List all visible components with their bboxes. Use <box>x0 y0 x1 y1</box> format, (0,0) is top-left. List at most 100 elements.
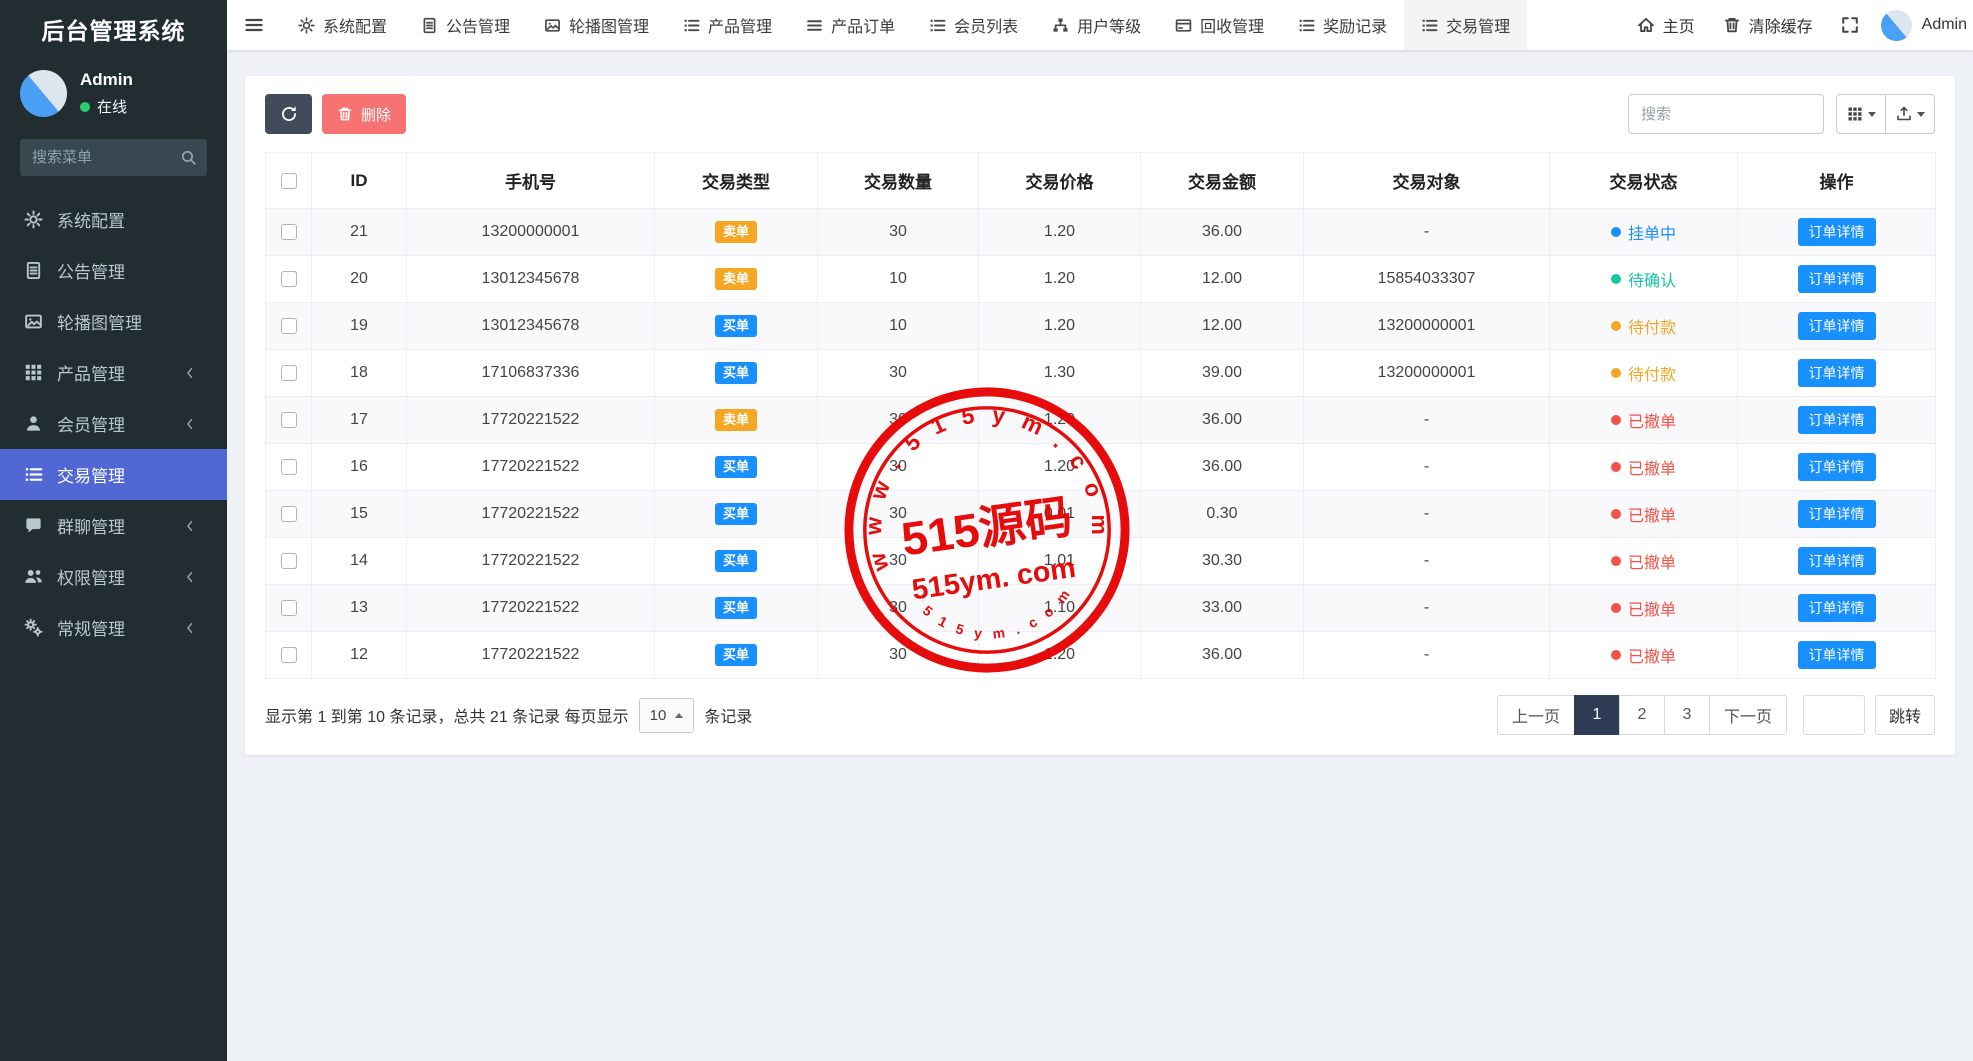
cell-target: - <box>1304 209 1550 256</box>
cell-phone: 17720221522 <box>407 491 655 538</box>
tab-3[interactable]: 产品管理 <box>666 0 789 50</box>
tab-label: 产品管理 <box>708 13 772 37</box>
order-detail-button[interactable]: 订单详情 <box>1798 594 1876 622</box>
home-label: 主页 <box>1663 13 1695 37</box>
tab-5[interactable]: 会员列表 <box>912 0 1035 50</box>
trade-type-badge: 卖单 <box>715 268 757 290</box>
next-page-button[interactable]: 下一页 <box>1709 695 1787 735</box>
order-detail-button[interactable]: 订单详情 <box>1798 218 1876 246</box>
order-detail-button[interactable]: 订单详情 <box>1798 312 1876 340</box>
table-search-input[interactable] <box>1628 94 1824 134</box>
status-dot-icon <box>1611 321 1621 331</box>
trade-type-badge: 买单 <box>715 550 757 572</box>
order-detail-button[interactable]: 订单详情 <box>1798 453 1876 481</box>
tab-2[interactable]: 轮播图管理 <box>527 0 666 50</box>
user-icon <box>24 414 43 433</box>
status-dot-icon <box>1611 274 1621 284</box>
home-link[interactable]: 主页 <box>1623 0 1709 50</box>
cell-price: 1.20 <box>979 444 1141 491</box>
page-jump-input[interactable] <box>1803 695 1865 735</box>
trade-type-badge: 卖单 <box>715 221 757 243</box>
sidebar-item-1[interactable]: 公告管理 <box>0 245 227 296</box>
cell-qty: 30 <box>818 444 979 491</box>
row-checkbox[interactable] <box>281 224 297 240</box>
tab-1[interactable]: 公告管理 <box>404 0 527 50</box>
tab-7[interactable]: 回收管理 <box>1158 0 1281 50</box>
cell-price: 0.01 <box>979 491 1141 538</box>
tab-6[interactable]: 用户等级 <box>1035 0 1158 50</box>
fullscreen-button[interactable] <box>1827 0 1873 50</box>
row-checkbox[interactable] <box>281 459 297 475</box>
navbar-avatar[interactable] <box>1881 10 1912 41</box>
page-button-1[interactable]: 1 <box>1574 695 1620 735</box>
tab-9[interactable]: 交易管理 <box>1404 0 1527 50</box>
sidebar-item-8[interactable]: 常规管理 <box>0 602 227 653</box>
row-checkbox[interactable] <box>281 365 297 381</box>
columns-toggle-button[interactable] <box>1836 94 1886 134</box>
row-checkbox[interactable] <box>281 553 297 569</box>
order-detail-button[interactable]: 订单详情 <box>1798 547 1876 575</box>
navbar-username: Admin <box>1922 16 1967 34</box>
order-detail-button[interactable]: 订单详情 <box>1798 500 1876 528</box>
row-checkbox[interactable] <box>281 600 297 616</box>
cell-target: - <box>1304 444 1550 491</box>
sidebar-item-5[interactable]: 交易管理 <box>0 449 227 500</box>
table-row: 2013012345678卖单101.2012.0015854033307待确认… <box>266 256 1936 303</box>
order-detail-button[interactable]: 订单详情 <box>1798 406 1876 434</box>
sidebar-item-2[interactable]: 轮播图管理 <box>0 296 227 347</box>
tab-label: 交易管理 <box>1446 13 1510 37</box>
select-all-checkbox[interactable] <box>281 173 297 189</box>
delete-button[interactable]: 删除 <box>322 94 406 134</box>
export-button[interactable] <box>1885 94 1935 134</box>
cell-id: 16 <box>312 444 407 491</box>
cell-qty: 30 <box>818 209 979 256</box>
order-detail-button[interactable]: 订单详情 <box>1798 359 1876 387</box>
order-detail-button[interactable]: 订单详情 <box>1798 265 1876 293</box>
page-button-3[interactable]: 3 <box>1664 695 1710 735</box>
column-header: 交易数量 <box>818 153 979 209</box>
sidebar-toggle-button[interactable] <box>227 0 281 50</box>
page-size-select[interactable]: 10 <box>639 698 695 733</box>
row-checkbox[interactable] <box>281 647 297 663</box>
column-header: 交易金额 <box>1141 153 1304 209</box>
cell-amount: 39.00 <box>1141 350 1304 397</box>
jump-button[interactable]: 跳转 <box>1875 695 1935 735</box>
cell-phone: 17720221522 <box>407 632 655 679</box>
tab-0[interactable]: 系统配置 <box>281 0 404 50</box>
status-dot-icon <box>1611 462 1621 472</box>
trash-icon <box>337 106 353 122</box>
cell-target: 15854033307 <box>1304 256 1550 303</box>
sidebar-item-4[interactable]: 会员管理 <box>0 398 227 449</box>
row-checkbox[interactable] <box>281 506 297 522</box>
sidebar-item-7[interactable]: 权限管理 <box>0 551 227 602</box>
trade-type-badge: 买单 <box>715 362 757 384</box>
tab-4[interactable]: 产品订单 <box>789 0 912 50</box>
tab-8[interactable]: 奖励记录 <box>1281 0 1404 50</box>
table-row: 2113200000001卖单301.2036.00-挂单中订单详情 <box>266 209 1936 256</box>
tab-label: 产品订单 <box>831 13 895 37</box>
order-detail-button[interactable]: 订单详情 <box>1798 641 1876 669</box>
status-badge: 已撤单 <box>1611 549 1676 573</box>
page-button-2[interactable]: 2 <box>1619 695 1665 735</box>
sidebar-item-0[interactable]: 系统配置 <box>0 194 227 245</box>
cell-amount: 33.00 <box>1141 585 1304 632</box>
menu-search-input[interactable] <box>20 139 207 176</box>
sidebar-item-3[interactable]: 产品管理 <box>0 347 227 398</box>
status-badge: 待确认 <box>1611 267 1676 291</box>
sidebar-item-6[interactable]: 群聊管理 <box>0 500 227 551</box>
prev-page-button[interactable]: 上一页 <box>1497 695 1575 735</box>
sidebar-menu: 系统配置公告管理轮播图管理产品管理会员管理交易管理群聊管理权限管理常规管理 <box>0 194 227 653</box>
gear-icon <box>298 17 315 34</box>
clear-cache-link[interactable]: 清除缓存 <box>1709 0 1827 50</box>
cogs-icon <box>24 618 43 637</box>
columns-icon <box>1847 106 1863 122</box>
refresh-button[interactable] <box>265 94 312 134</box>
export-icon <box>1896 106 1912 122</box>
cell-amount: 12.00 <box>1141 256 1304 303</box>
row-checkbox[interactable] <box>281 412 297 428</box>
caret-down-icon <box>1917 112 1925 117</box>
cell-qty: 10 <box>818 303 979 350</box>
cell-price: 1.30 <box>979 350 1141 397</box>
row-checkbox[interactable] <box>281 318 297 334</box>
row-checkbox[interactable] <box>281 271 297 287</box>
